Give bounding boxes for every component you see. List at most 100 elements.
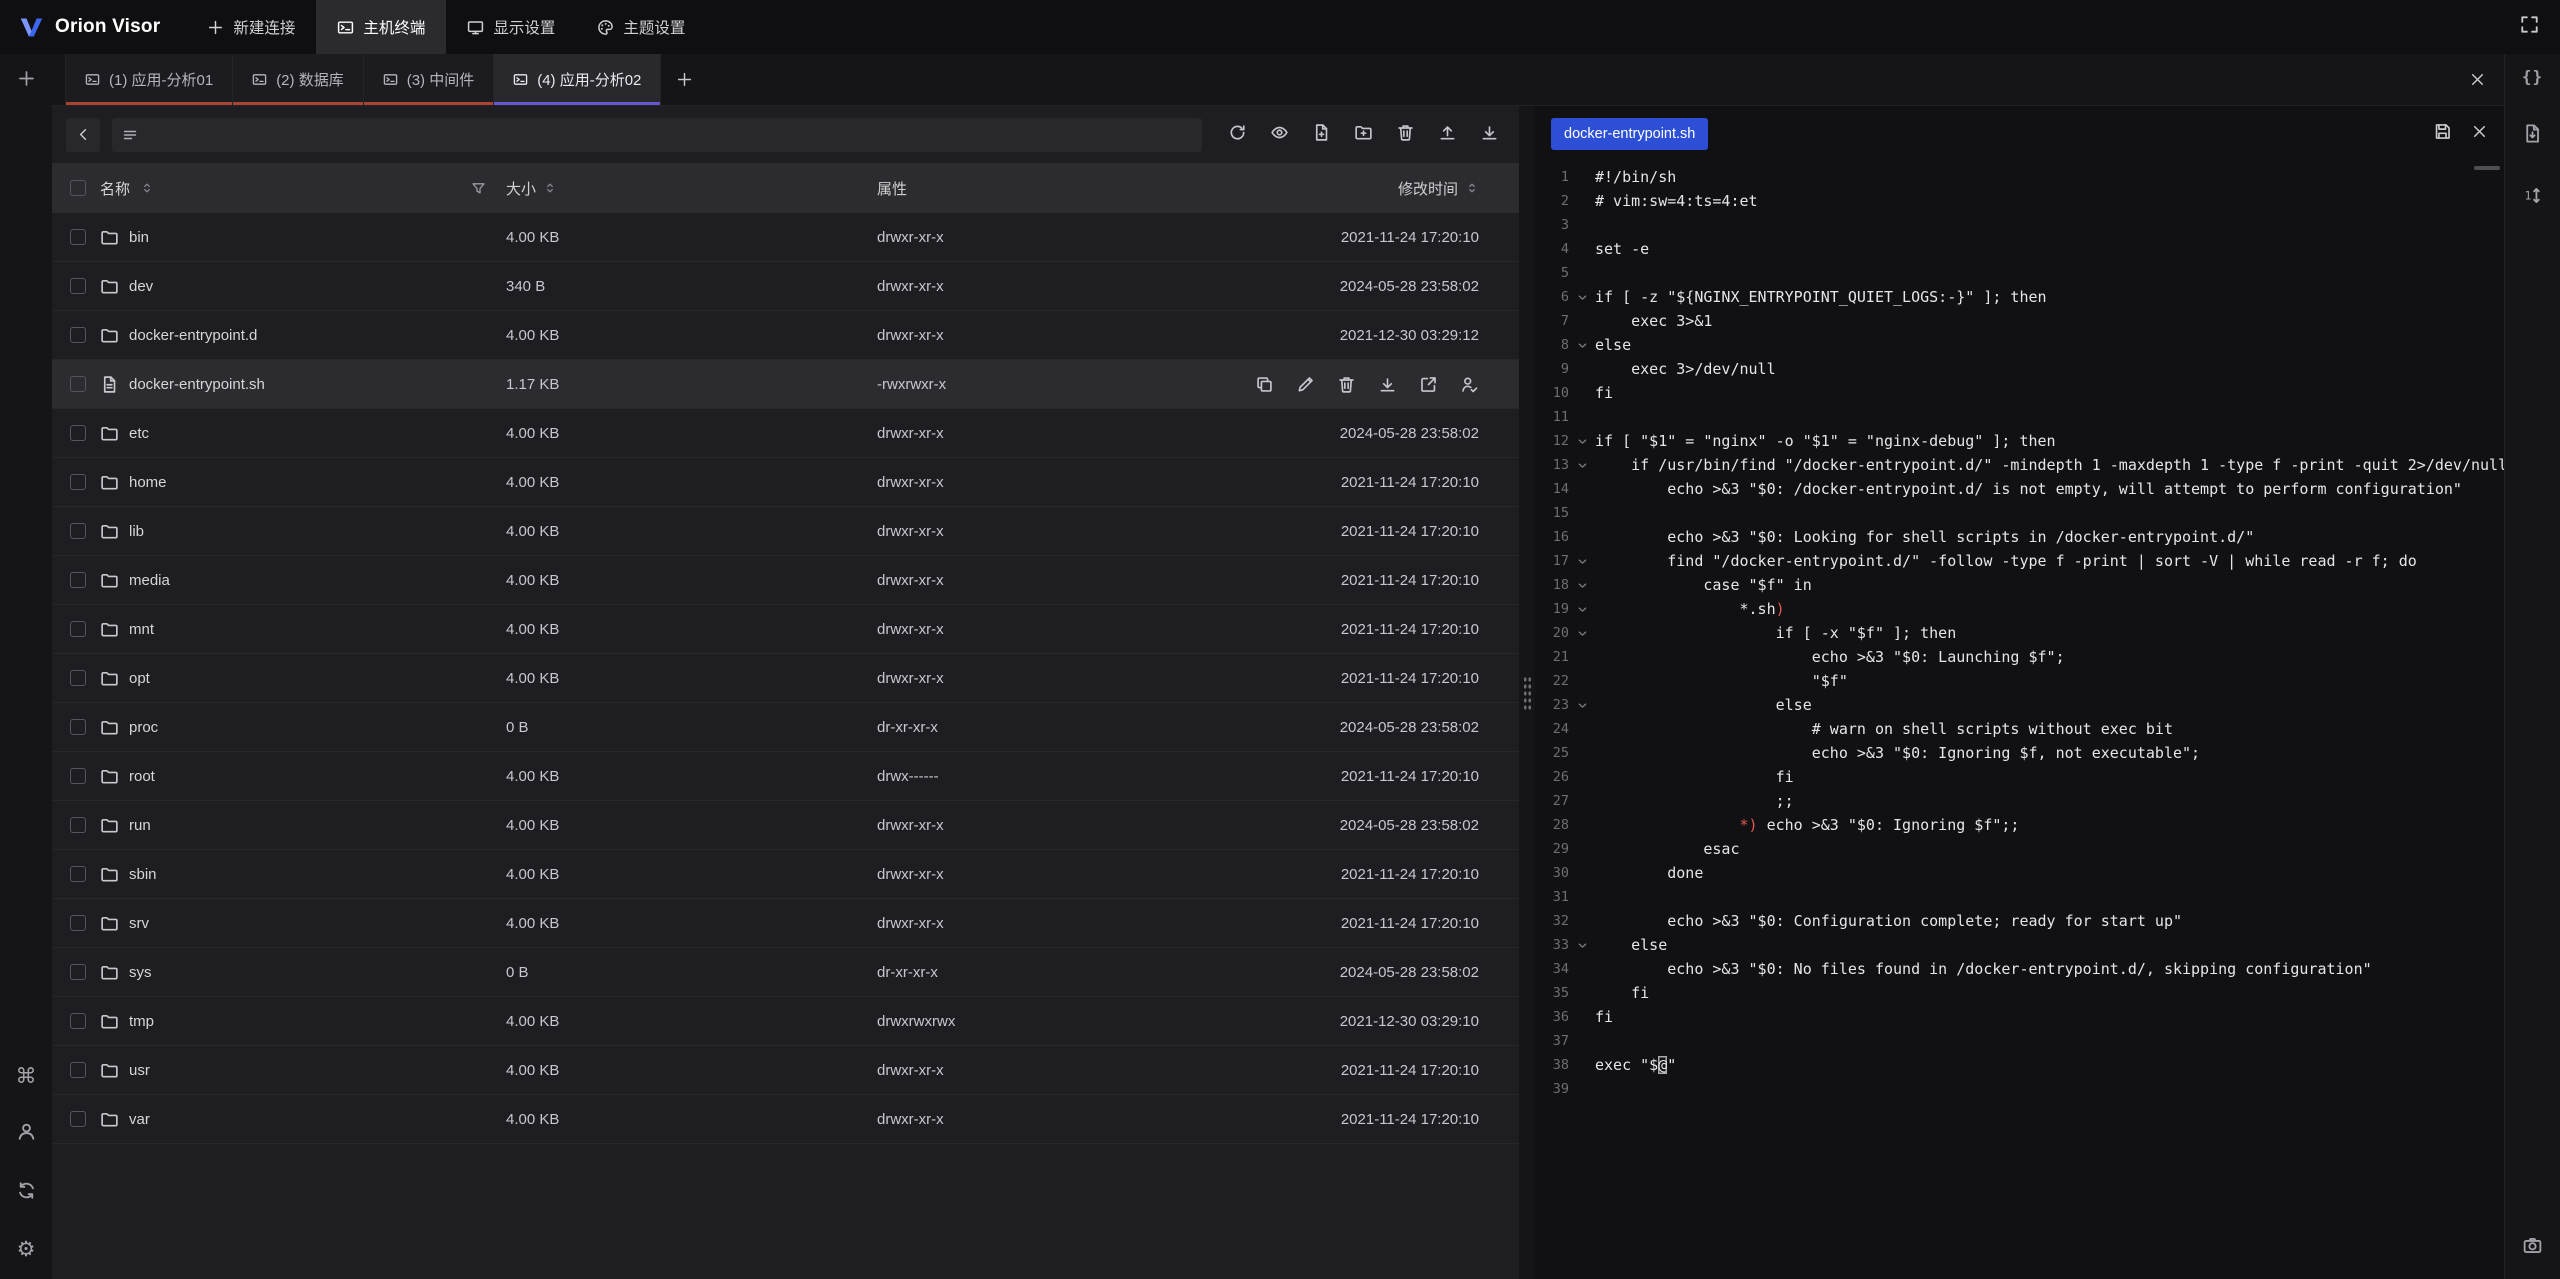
nav-item-new-connection[interactable]: 新建连接	[186, 0, 316, 54]
file-row[interactable]: srv4.00 KBdrwxr-xr-x2021-11-24 17:20:10	[52, 899, 1519, 948]
select-all-checkbox[interactable]	[70, 180, 86, 196]
row-checkbox[interactable]	[70, 425, 86, 441]
editor-scrollbar[interactable]	[2474, 166, 2500, 170]
row-action-move[interactable]	[1418, 374, 1438, 394]
session-tab-3[interactable]: (3) 中间件	[364, 54, 495, 105]
path-input[interactable]	[147, 127, 1192, 143]
row-checkbox[interactable]	[70, 817, 86, 833]
fold-toggle-icon[interactable]	[1569, 939, 1595, 952]
file-row[interactable]: sbin4.00 KBdrwxr-xr-x2021-11-24 17:20:10	[52, 850, 1519, 899]
sync-button[interactable]	[16, 1180, 37, 1206]
add-tab-button[interactable]	[661, 54, 707, 105]
row-checkbox[interactable]	[70, 474, 86, 490]
row-checkbox[interactable]	[70, 376, 86, 392]
row-checkbox[interactable]	[70, 1062, 86, 1078]
filter-icon[interactable]	[471, 181, 486, 196]
file-row[interactable]: bin4.00 KBdrwxr-xr-x2021-11-24 17:20:10	[52, 213, 1519, 262]
file-row[interactable]: usr4.00 KBdrwxr-xr-x2021-11-24 17:20:10	[52, 1046, 1519, 1095]
row-checkbox[interactable]	[70, 964, 86, 980]
session-tab-4[interactable]: (4) 应用-分析02	[494, 54, 661, 105]
close-editor-button[interactable]	[2471, 123, 2488, 145]
file-size: 340 B	[506, 278, 877, 295]
fold-toggle-icon[interactable]	[1569, 459, 1595, 472]
save-button[interactable]	[2433, 122, 2452, 146]
screenshot-button[interactable]	[2522, 1235, 2543, 1261]
sort-lines-button[interactable]: 1	[2522, 185, 2543, 211]
toggle-hidden-button[interactable]	[1270, 123, 1289, 147]
delete-button[interactable]	[1396, 123, 1415, 147]
new-session-button[interactable]	[17, 69, 36, 93]
row-checkbox[interactable]	[70, 327, 86, 343]
file-row[interactable]: sys0 Bdr-xr-xr-x2024-05-28 23:58:02	[52, 948, 1519, 997]
row-checkbox[interactable]	[70, 523, 86, 539]
row-checkbox[interactable]	[70, 229, 86, 245]
row-action-download[interactable]	[1377, 374, 1397, 394]
file-row[interactable]: proc0 Bdr-xr-xr-x2024-05-28 23:58:02	[52, 703, 1519, 752]
fullscreen-button[interactable]	[2519, 14, 2540, 40]
shortcuts-button[interactable]: ⌘	[16, 1066, 37, 1088]
row-checkbox[interactable]	[70, 915, 86, 931]
code-area[interactable]: 1#!/bin/sh2# vim:sw=4:ts=4:et34set -e56i…	[1535, 162, 2504, 1279]
session-tab-1[interactable]: (1) 应用-分析01	[65, 54, 233, 105]
row-checkbox[interactable]	[70, 621, 86, 637]
row-action-permission[interactable]	[1459, 374, 1479, 394]
row-checkbox[interactable]	[70, 670, 86, 686]
file-row[interactable]: opt4.00 KBdrwxr-xr-x2021-11-24 17:20:10	[52, 654, 1519, 703]
row-action-copy[interactable]	[1254, 374, 1274, 394]
row-action-delete[interactable]	[1336, 374, 1356, 394]
file-row[interactable]: root4.00 KBdrwx------2021-11-24 17:20:10	[52, 752, 1519, 801]
panel-splitter[interactable]	[1519, 106, 1535, 1279]
new-folder-button[interactable]	[1354, 123, 1373, 147]
download-button[interactable]	[1480, 123, 1499, 147]
fold-toggle-icon[interactable]	[1569, 555, 1595, 568]
file-row[interactable]: etc4.00 KBdrwxr-xr-x2024-05-28 23:58:02	[52, 409, 1519, 458]
row-checkbox[interactable]	[70, 1111, 86, 1127]
code-line: 24 # warn on shell scripts without exec …	[1535, 717, 2504, 741]
fold-toggle-icon[interactable]	[1569, 603, 1595, 616]
file-row[interactable]: media4.00 KBdrwxr-xr-x2021-11-24 17:20:1…	[52, 556, 1519, 605]
fold-toggle-icon[interactable]	[1569, 435, 1595, 448]
nav-item-host-terminal[interactable]: 主机终端	[316, 0, 446, 54]
file-row[interactable]: home4.00 KBdrwxr-xr-x2021-11-24 17:20:10	[52, 458, 1519, 507]
nav-item-theme-settings[interactable]: 主题设置	[576, 0, 706, 54]
refresh-button[interactable]	[1228, 123, 1247, 147]
open-file-tag[interactable]: docker-entrypoint.sh	[1551, 118, 1708, 150]
file-name: etc	[129, 425, 149, 442]
snippets-button[interactable]: {}	[2523, 67, 2542, 87]
sort-name-icon[interactable]	[140, 181, 154, 195]
session-tab-2[interactable]: (2) 数据库	[233, 54, 364, 105]
edit-icon	[1296, 375, 1315, 394]
row-checkbox[interactable]	[70, 572, 86, 588]
sort-size-icon[interactable]	[543, 181, 557, 195]
nav-item-display-settings[interactable]: 显示设置	[446, 0, 576, 54]
fold-toggle-icon[interactable]	[1569, 579, 1595, 592]
transfer-button[interactable]	[2522, 123, 2543, 149]
upload-button[interactable]	[1438, 123, 1457, 147]
file-size: 4.00 KB	[506, 1062, 877, 1079]
row-checkbox[interactable]	[70, 278, 86, 294]
close-panel-button[interactable]	[2469, 54, 2504, 105]
sort-mtime-icon[interactable]	[1465, 181, 1479, 195]
user-button[interactable]	[16, 1121, 37, 1147]
file-row[interactable]: docker-entrypoint.d4.00 KBdrwxr-xr-x2021…	[52, 311, 1519, 360]
file-row[interactable]: tmp4.00 KBdrwxrwxrwx2021-12-30 03:29:10	[52, 997, 1519, 1046]
fold-toggle-icon[interactable]	[1569, 291, 1595, 304]
back-button[interactable]	[66, 118, 100, 152]
row-checkbox[interactable]	[70, 719, 86, 735]
row-checkbox[interactable]	[70, 768, 86, 784]
file-row[interactable]: mnt4.00 KBdrwxr-xr-x2021-11-24 17:20:10	[52, 605, 1519, 654]
file-row[interactable]: docker-entrypoint.sh1.17 KB-rwxrwxr-x	[52, 360, 1519, 409]
fold-toggle-icon[interactable]	[1569, 339, 1595, 352]
row-action-edit[interactable]	[1295, 374, 1315, 394]
fold-toggle-icon[interactable]	[1569, 627, 1595, 640]
file-row[interactable]: var4.00 KBdrwxr-xr-x2021-11-24 17:20:10	[52, 1095, 1519, 1144]
file-row[interactable]: dev340 Bdrwxr-xr-x2024-05-28 23:58:02	[52, 262, 1519, 311]
file-row[interactable]: lib4.00 KBdrwxr-xr-x2021-11-24 17:20:10	[52, 507, 1519, 556]
row-checkbox[interactable]	[70, 1013, 86, 1029]
fold-toggle-icon[interactable]	[1569, 699, 1595, 712]
path-bar	[112, 118, 1202, 152]
new-file-button[interactable]	[1312, 123, 1331, 147]
settings-button[interactable]: ⚙	[16, 1239, 37, 1261]
file-row[interactable]: run4.00 KBdrwxr-xr-x2024-05-28 23:58:02	[52, 801, 1519, 850]
row-checkbox[interactable]	[70, 866, 86, 882]
